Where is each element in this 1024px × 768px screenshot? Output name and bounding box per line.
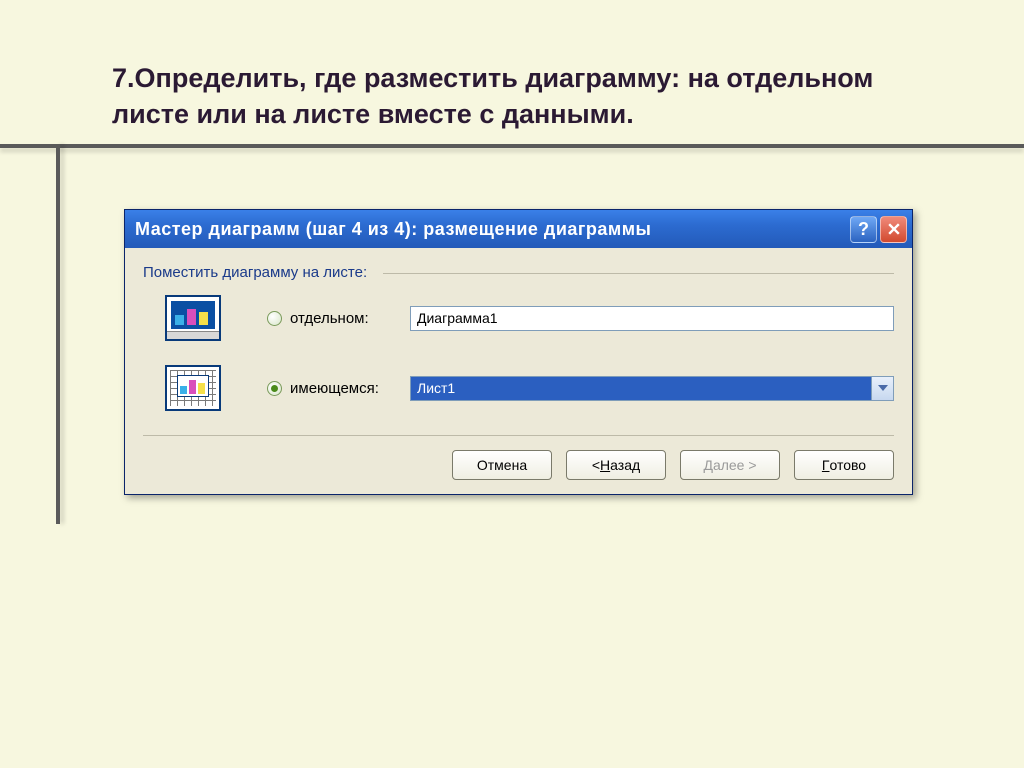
help-button[interactable]: ?	[850, 216, 877, 243]
next-u: Д	[703, 457, 712, 473]
existing-sheet-dropdown[interactable]: Лист1	[410, 376, 894, 401]
dialog-window: Мастер диаграмм (шаг 4 из 4): размещение…	[124, 209, 913, 495]
separate-sheet-icon	[165, 295, 221, 341]
horizontal-rule	[0, 144, 1024, 148]
back-button[interactable]: < Назад	[566, 450, 666, 480]
next-rest: алее >	[713, 457, 757, 473]
finish-rest: отово	[830, 457, 867, 473]
close-button[interactable]	[880, 216, 907, 243]
chevron-down-icon[interactable]	[872, 376, 894, 401]
finish-u: Г	[822, 457, 830, 473]
back-u: Н	[600, 457, 610, 473]
radio-existing-label: имеющемся:	[290, 380, 410, 397]
vertical-rule	[56, 144, 60, 524]
window-title: Мастер диаграмм (шаг 4 из 4): размещение…	[135, 219, 847, 240]
button-row: Отмена < Назад Далее > Готово	[143, 435, 894, 480]
separate-name-input[interactable]	[410, 306, 894, 331]
group-label: Поместить диаграмму на листе:	[143, 264, 894, 281]
existing-sheet-icon	[165, 365, 221, 411]
next-button: Далее >	[680, 450, 780, 480]
radio-separate[interactable]	[267, 311, 282, 326]
radio-separate-label: отдельном:	[290, 310, 410, 327]
slide-title: 7.Определить, где разместить диаграмму: …	[112, 60, 912, 133]
back-rest: азад	[610, 457, 640, 473]
option-row-separate: отдельном:	[165, 295, 894, 341]
cancel-button[interactable]: Отмена	[452, 450, 552, 480]
back-prefix: <	[592, 457, 600, 473]
titlebar[interactable]: Мастер диаграмм (шаг 4 из 4): размещение…	[125, 210, 912, 248]
radio-existing[interactable]	[267, 381, 282, 396]
option-row-existing: имеющемся: Лист1	[165, 365, 894, 411]
existing-sheet-value: Лист1	[410, 376, 872, 401]
finish-button[interactable]: Готово	[794, 450, 894, 480]
